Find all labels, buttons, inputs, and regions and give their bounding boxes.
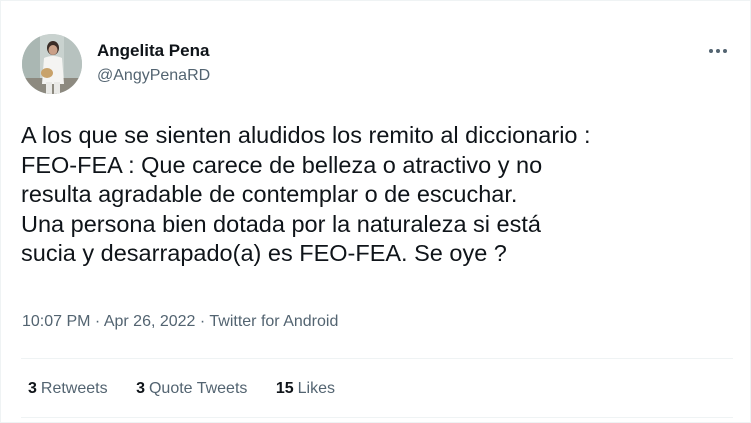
tweet-stats: 3 Retweets 3 Quote Tweets 15 Likes — [28, 380, 359, 398]
meta-separator: · — [195, 313, 210, 330]
meta-separator: · — [90, 313, 104, 330]
likes-count: 15 — [275, 380, 294, 397]
author-name[interactable]: Angelita Pena — [97, 41, 209, 61]
likes-label: Likes — [297, 380, 336, 397]
divider — [21, 417, 733, 418]
tweet-text: A los que se sienten aludidos los remito… — [21, 122, 591, 267]
more-horizontal-icon — [709, 49, 727, 53]
tweet-time[interactable]: 10:07 PM — [22, 313, 90, 330]
retweets-count: 3 — [28, 380, 37, 397]
tweet-source[interactable]: Twitter for Android — [209, 313, 338, 330]
retweets-stat[interactable]: 3 Retweets — [28, 380, 108, 398]
quote-tweets-count: 3 — [136, 380, 145, 397]
profile-photo — [22, 34, 82, 94]
more-options-button[interactable] — [701, 39, 735, 63]
likes-stat[interactable]: 15 Likes — [276, 380, 335, 398]
quote-tweets-stat[interactable]: 3 Quote Tweets — [136, 380, 247, 398]
quote-tweets-label: Quote Tweets — [148, 380, 248, 397]
author-handle[interactable]: @AngyPenaRD — [97, 67, 210, 85]
avatar[interactable] — [22, 34, 82, 94]
tweet-meta: 10:07 PM · Apr 26, 2022 · Twitter for An… — [22, 313, 338, 331]
divider — [21, 358, 733, 359]
tweet-card: Angelita Pena @AngyPenaRD A los que se s… — [0, 0, 751, 423]
retweets-label: Retweets — [40, 380, 108, 397]
tweet-date[interactable]: Apr 26, 2022 — [104, 313, 196, 330]
